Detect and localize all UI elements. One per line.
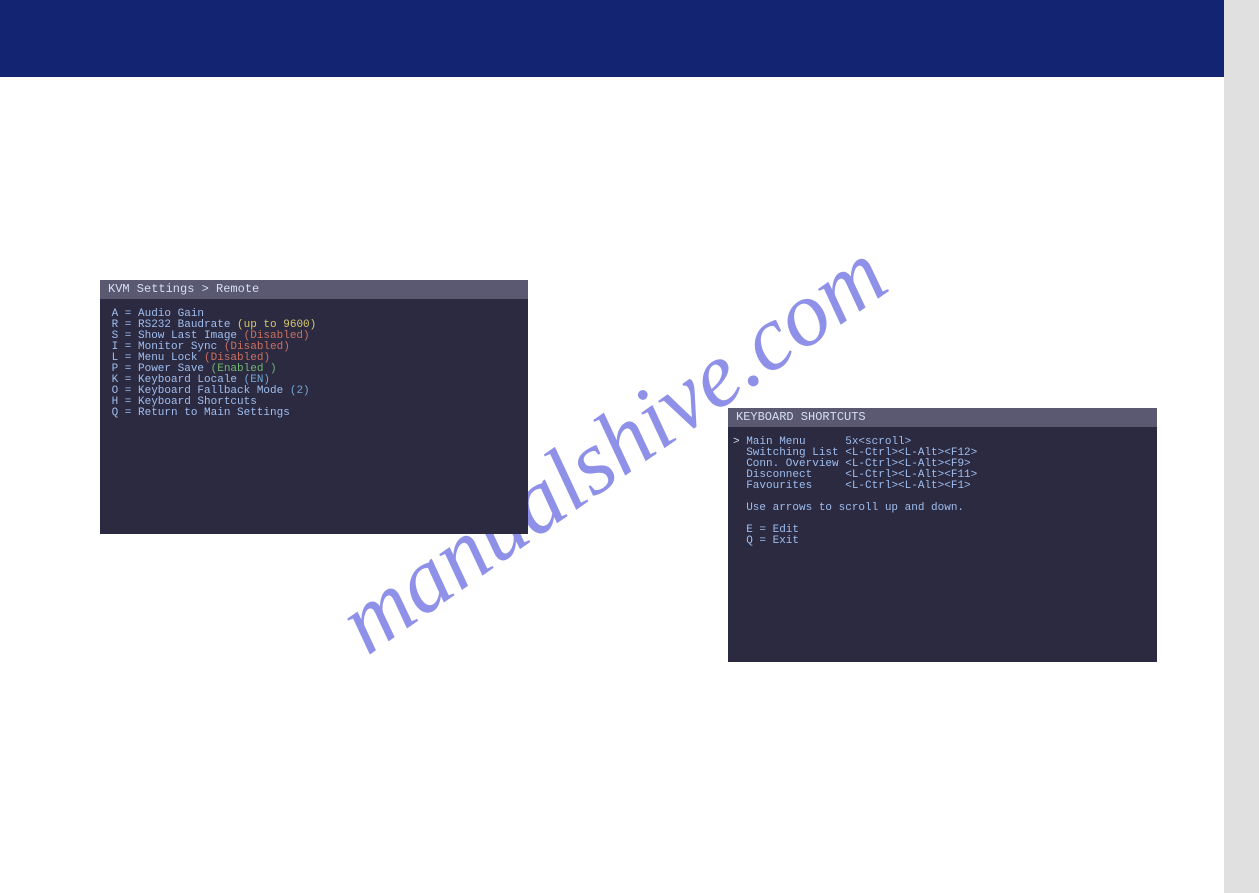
- page-content: manualshive.com KVM Settings > Remote A …: [0, 0, 1224, 893]
- menu-line: Q = Return to Main Settings: [105, 408, 523, 419]
- terminal-body: > Main Menu 5x<scroll> Switching List <L…: [728, 427, 1157, 557]
- shortcut-line: Favourites <L-Ctrl><L-Alt><F1>: [733, 481, 1152, 492]
- header-band: [0, 0, 1224, 77]
- terminal-body: A = Audio Gain R = RS232 Baudrate (up to…: [100, 299, 528, 429]
- terminal-title: KEYBOARD SHORTCUTS: [728, 408, 1157, 427]
- terminal-kvm-settings: KVM Settings > Remote A = Audio Gain R =…: [100, 280, 528, 534]
- footer-line: Q = Exit: [733, 536, 1152, 547]
- hint-line: Use arrows to scroll up and down.: [733, 503, 1152, 514]
- terminal-keyboard-shortcuts: KEYBOARD SHORTCUTS > Main Menu 5x<scroll…: [728, 408, 1157, 662]
- terminal-title: KVM Settings > Remote: [100, 280, 528, 299]
